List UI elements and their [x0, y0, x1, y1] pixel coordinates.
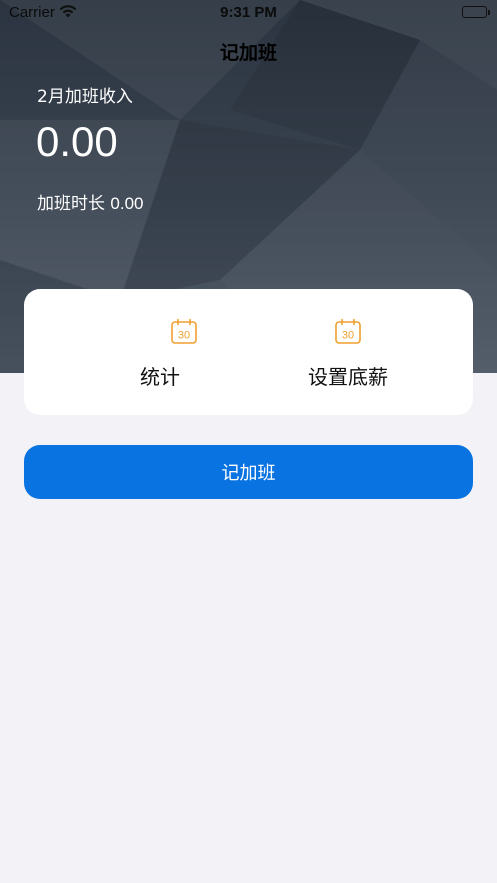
duration-value: 0.00	[110, 194, 144, 213]
income-value: 0.00	[36, 118, 118, 165]
calendar-30-icon: 30	[334, 318, 362, 350]
actions-card: 30 统计 30 设置底薪	[24, 289, 473, 415]
set-base-salary-button[interactable]: 30 设置底薪	[236, 289, 460, 415]
set-base-salary-label: 设置底薪	[308, 365, 388, 389]
calendar-30-icon: 30	[170, 318, 198, 350]
battery-icon	[462, 6, 490, 18]
status-bar: Carrier 9:31 PM	[0, 0, 497, 26]
svg-text:30: 30	[178, 330, 190, 342]
svg-text:30: 30	[342, 330, 354, 342]
record-overtime-button[interactable]: 记加班	[24, 445, 473, 499]
duration-label: 加班时长	[37, 194, 105, 214]
clock: 9:31 PM	[220, 4, 277, 21]
income-label: 2月加班收入	[37, 87, 133, 107]
duration-row: 加班时长 0.00	[37, 189, 144, 214]
screen: Carrier 9:31 PM 记加班 2月加班收入 0.00 加班时长 0.0…	[0, 0, 497, 883]
page-title: 记加班	[219, 42, 277, 64]
